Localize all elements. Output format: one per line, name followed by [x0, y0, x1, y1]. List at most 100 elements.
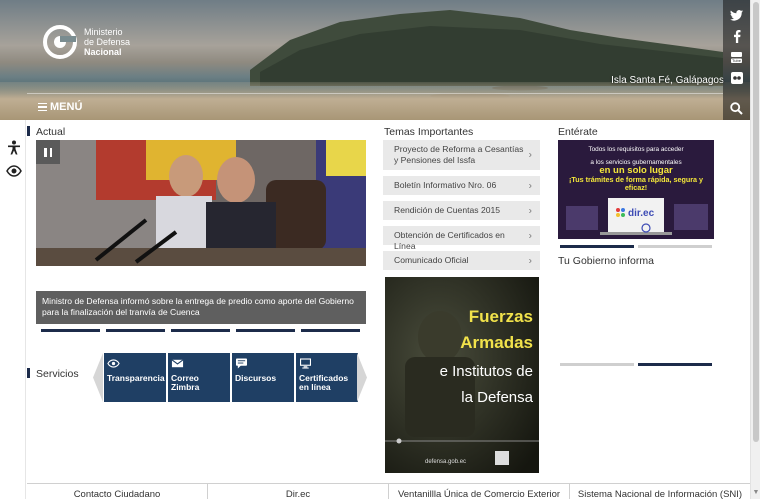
tema-item[interactable]: Boletín Informativo Nro. 06 › — [383, 176, 540, 195]
tema-label: Boletín Informativo Nro. 06 — [394, 180, 497, 190]
news-caption[interactable]: Ministro de Defensa informó sobre la ent… — [36, 291, 366, 324]
footer-ventanilla-unica[interactable]: Ventanillla Única de Comercio Exterior — [389, 484, 570, 499]
tema-item[interactable]: Comunicado Oficial › — [383, 251, 540, 270]
gobierno-indicator-active[interactable] — [638, 363, 712, 366]
banner-line-1: Todos los requisitos para acceder — [588, 146, 684, 153]
footer-links: Contacto Ciudadano Dir.ec Ventanillla Ún… — [27, 483, 750, 499]
beach-band — [0, 82, 750, 120]
service-discursos[interactable]: Discursos — [232, 353, 294, 402]
svg-text:Tube: Tube — [732, 58, 742, 63]
slide-indicator[interactable] — [236, 329, 295, 332]
logo-text: Ministerio de Defensa Nacional — [84, 27, 130, 57]
menu-divider — [27, 93, 723, 94]
twitter-button[interactable] — [723, 5, 750, 25]
search-button[interactable] — [723, 96, 750, 120]
tema-label: Rendición de Cuentas 2015 — [394, 205, 501, 215]
banner-line-4: ¡Tus trámites de forma rápida, segura y … — [568, 175, 704, 192]
service-label: Transparencia — [107, 373, 165, 383]
scroll-down-icon[interactable]: ▼ — [752, 489, 760, 497]
chevron-right-icon: › — [528, 230, 532, 241]
slide-indicator[interactable] — [106, 329, 165, 332]
flickr-button[interactable] — [723, 68, 750, 88]
poster-line-3: e Institutos de — [440, 363, 533, 380]
service-correo-zimbra[interactable]: Correo Zimbra — [168, 353, 230, 402]
mail-icon — [171, 359, 184, 368]
search-icon — [730, 101, 743, 115]
gobierno-informa-title: Tu Gobierno informa — [558, 255, 654, 267]
tema-label: Proyecto de Reforma a Cesantías y Pensio… — [394, 144, 524, 165]
servicios-next-button[interactable] — [357, 353, 367, 402]
hamburger-icon — [38, 102, 47, 112]
press-conference-image — [36, 140, 366, 266]
soldier-poster-image: Fuerzas Armadas e Institutos de la Defen… — [385, 277, 539, 473]
footer-direc[interactable]: Dir.ec — [208, 484, 389, 499]
servicios-section-title: Servicios — [27, 368, 79, 380]
tema-item[interactable]: Proyecto de Reforma a Cesantías y Pensio… — [383, 140, 540, 170]
banner-indicator[interactable] — [638, 245, 712, 248]
actual-section-title: Actual — [27, 126, 65, 138]
tema-label: Comunicado Oficial — [394, 255, 469, 265]
poster-line-2: Armadas — [460, 333, 533, 352]
chevron-right-icon: › — [528, 255, 532, 266]
poster-line-1: Fuerzas — [469, 307, 533, 326]
eye-icon — [6, 165, 22, 177]
service-label: Certificados en línea — [299, 373, 349, 392]
logo-emblem-icon — [43, 25, 77, 59]
enterate-section-title: Entérate — [558, 126, 598, 138]
tema-item[interactable]: Rendición de Cuentas 2015 › — [383, 201, 540, 220]
menu-label: MENÚ — [50, 101, 83, 113]
fuerzas-armadas-poster[interactable]: Fuerzas Armadas e Institutos de la Defen… — [385, 277, 539, 473]
accessibility-person-icon — [8, 140, 20, 155]
slider-pause-button[interactable] — [36, 140, 60, 164]
direc-banner[interactable]: Todos los requisitos para acceder a los … — [558, 140, 714, 239]
chevron-left-icon — [93, 353, 103, 402]
poster-logo-icon — [495, 451, 509, 465]
menu-button[interactable]: MENÚ — [38, 101, 82, 113]
accessibility-rail — [0, 120, 26, 499]
speech-icon — [236, 358, 247, 369]
ministry-logo[interactable]: Ministerio de Defensa Nacional — [42, 24, 130, 60]
hero-banner — [0, 0, 750, 120]
hero-photo-caption: Isla Santa Fé, Galápagos — [611, 75, 724, 86]
service-label: Correo Zimbra — [171, 373, 200, 392]
tema-item[interactable]: Obtención de Certificados en Línea › — [383, 226, 540, 251]
visibility-button[interactable] — [6, 163, 22, 179]
facebook-button[interactable] — [723, 26, 750, 46]
footer-sni[interactable]: Sistema Nacional de Información (SNI) — [570, 484, 750, 499]
news-slider-indicators — [41, 329, 360, 332]
tema-label: Obtención de Certificados en Línea — [394, 230, 505, 251]
facebook-icon — [733, 29, 740, 43]
direc-brand: dir.ec — [628, 208, 655, 219]
footer-contacto-ciudadano[interactable]: Contacto Ciudadano — [27, 484, 208, 499]
chevron-right-icon: › — [528, 205, 532, 216]
twitter-icon — [730, 9, 743, 21]
youtube-icon: Tube — [731, 51, 742, 63]
service-certificados[interactable]: Certificados en línea — [296, 353, 358, 402]
page-scrollbar[interactable]: ▼ — [750, 0, 760, 499]
flickr-icon — [730, 72, 743, 84]
temas-section-title: Temas Importantes — [384, 126, 474, 138]
gobierno-indicator[interactable] — [560, 363, 634, 366]
pause-icon — [44, 147, 47, 157]
chevron-right-icon: › — [528, 180, 532, 191]
service-transparencia[interactable]: Transparencia — [104, 353, 166, 402]
devices-illustration: dir.ec — [566, 198, 708, 235]
slide-indicator[interactable] — [41, 329, 100, 332]
slide-indicator[interactable] — [171, 329, 230, 332]
servicios-prev-button[interactable] — [93, 353, 103, 402]
news-photo[interactable] — [36, 140, 366, 266]
logo-line-1: Ministerio — [84, 27, 123, 37]
logo-line-2: de Defensa — [84, 37, 131, 47]
slide-indicator[interactable] — [301, 329, 360, 332]
poster-website: defensa.gob.ec — [425, 459, 466, 465]
eye-icon — [107, 359, 120, 368]
accessibility-button[interactable] — [6, 140, 22, 156]
monitor-icon — [300, 358, 311, 369]
poster-line-4: la Defensa — [461, 389, 533, 406]
youtube-button[interactable]: Tube — [723, 47, 750, 67]
logo-line-3: Nacional — [84, 47, 122, 57]
banner-indicator-active[interactable] — [560, 245, 634, 248]
chevron-right-icon — [357, 353, 367, 402]
scrollbar-thumb[interactable] — [753, 2, 759, 442]
service-label: Discursos — [235, 373, 277, 383]
